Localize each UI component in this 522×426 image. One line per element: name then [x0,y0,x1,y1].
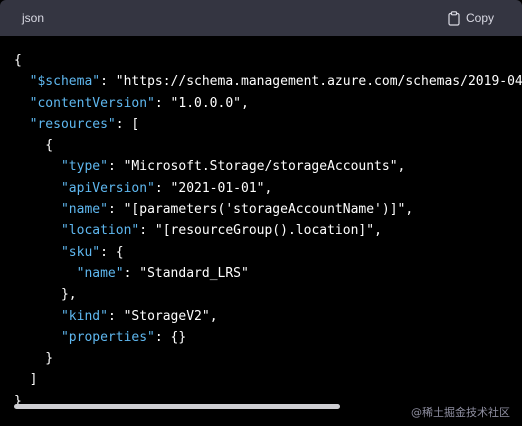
code-key: "location" [60,223,140,239]
code-string: "[parameters('storageAccountName')]" [123,202,406,218]
code-punctuation: ] [14,372,38,388]
code-punctuation: : [100,74,116,90]
code-string: "Standard_LRS" [139,265,249,281]
code-line: "resources": [ [14,114,522,135]
code-punctuation [14,223,61,238]
code-line: "$schema": "https://schema.management.az… [14,71,522,92]
code-key: "apiVersion" [60,180,155,196]
code-string: "1.0.0.0" [170,95,241,111]
code-line: "location": "[resourceGroup().location]"… [14,220,522,241]
code-line: ] [14,369,522,390]
code-punctuation [14,330,61,345]
code-punctuation: { [14,53,22,68]
code-punctuation: : [154,95,171,111]
code-punctuation: , [241,95,249,111]
code-key: "contentVersion" [29,95,155,111]
code-key: "name" [60,202,108,218]
language-label: json [22,11,45,25]
code-punctuation: , [397,159,406,175]
code-punctuation: : {} [154,329,187,345]
code-line: "sku": { [14,242,522,263]
code-key: "name" [76,265,124,281]
code-punctuation [14,309,61,324]
code-string: "[resourceGroup().location]" [154,223,375,239]
code-line: "name": "Standard_LRS" [14,263,522,284]
code-key: "kind" [60,308,108,324]
code-punctuation: } [14,351,54,367]
code-line: "type": "Microsoft.Storage/storageAccoun… [14,156,522,177]
code-line: }, [14,284,522,305]
code-punctuation [14,159,61,174]
code-punctuation [14,266,77,281]
code-punctuation [14,245,61,260]
code-line: "properties": {} [14,327,522,348]
code-punctuation [14,181,61,196]
code-punctuation: , [374,223,382,239]
code-punctuation [14,74,30,89]
code-string: "https://schema.management.azure.com/sch… [115,74,522,90]
code-punctuation [14,96,30,111]
code-punctuation [14,117,30,132]
code-content: { "$schema": "https://schema.management.… [14,50,522,412]
horizontal-scrollbar[interactable] [14,404,340,409]
code-key: "sku" [60,244,101,260]
code-block-header: json Copy [0,0,522,36]
code-line: { [14,50,522,71]
code-key: "resources" [29,116,116,132]
code-string: "2021-01-01" [170,180,265,196]
code-key: "properties" [60,329,155,345]
code-punctuation: : [154,180,171,196]
code-line: "name": "[parameters('storageAccountName… [14,199,522,220]
code-key: "type" [60,159,108,175]
code-punctuation: : [ [115,116,140,132]
copy-button[interactable]: Copy [448,10,494,26]
code-line: { [14,135,522,156]
code-punctuation: , [264,180,273,196]
code-line: "apiVersion": "2021-01-01", [14,178,522,199]
code-punctuation: : { [100,244,124,260]
copy-label: Copy [465,11,494,25]
code-punctuation: : [123,265,140,281]
code-area[interactable]: { "$schema": "https://schema.management.… [0,36,522,426]
clipboard-icon [448,10,460,26]
code-punctuation: : [107,308,124,324]
code-string: "Microsoft.Storage/storageAccounts" [123,159,398,175]
code-line: } [14,348,522,369]
code-punctuation: : [107,159,124,175]
code-punctuation: , [405,202,414,218]
code-punctuation: : [139,223,155,239]
code-string: "StorageV2" [123,308,210,324]
watermark: @稀土掘金技术社区 [411,406,510,419]
code-line: "contentVersion": "1.0.0.0", [14,93,522,114]
code-block: json Copy { "$schema": "https://schema.m… [0,0,522,426]
code-punctuation: , [209,308,218,324]
code-punctuation: { [14,138,54,154]
code-punctuation: }, [14,287,77,303]
code-punctuation: : [107,202,124,218]
code-key: "$schema" [29,74,101,90]
code-punctuation [14,202,61,217]
code-line: "kind": "StorageV2", [14,306,522,327]
